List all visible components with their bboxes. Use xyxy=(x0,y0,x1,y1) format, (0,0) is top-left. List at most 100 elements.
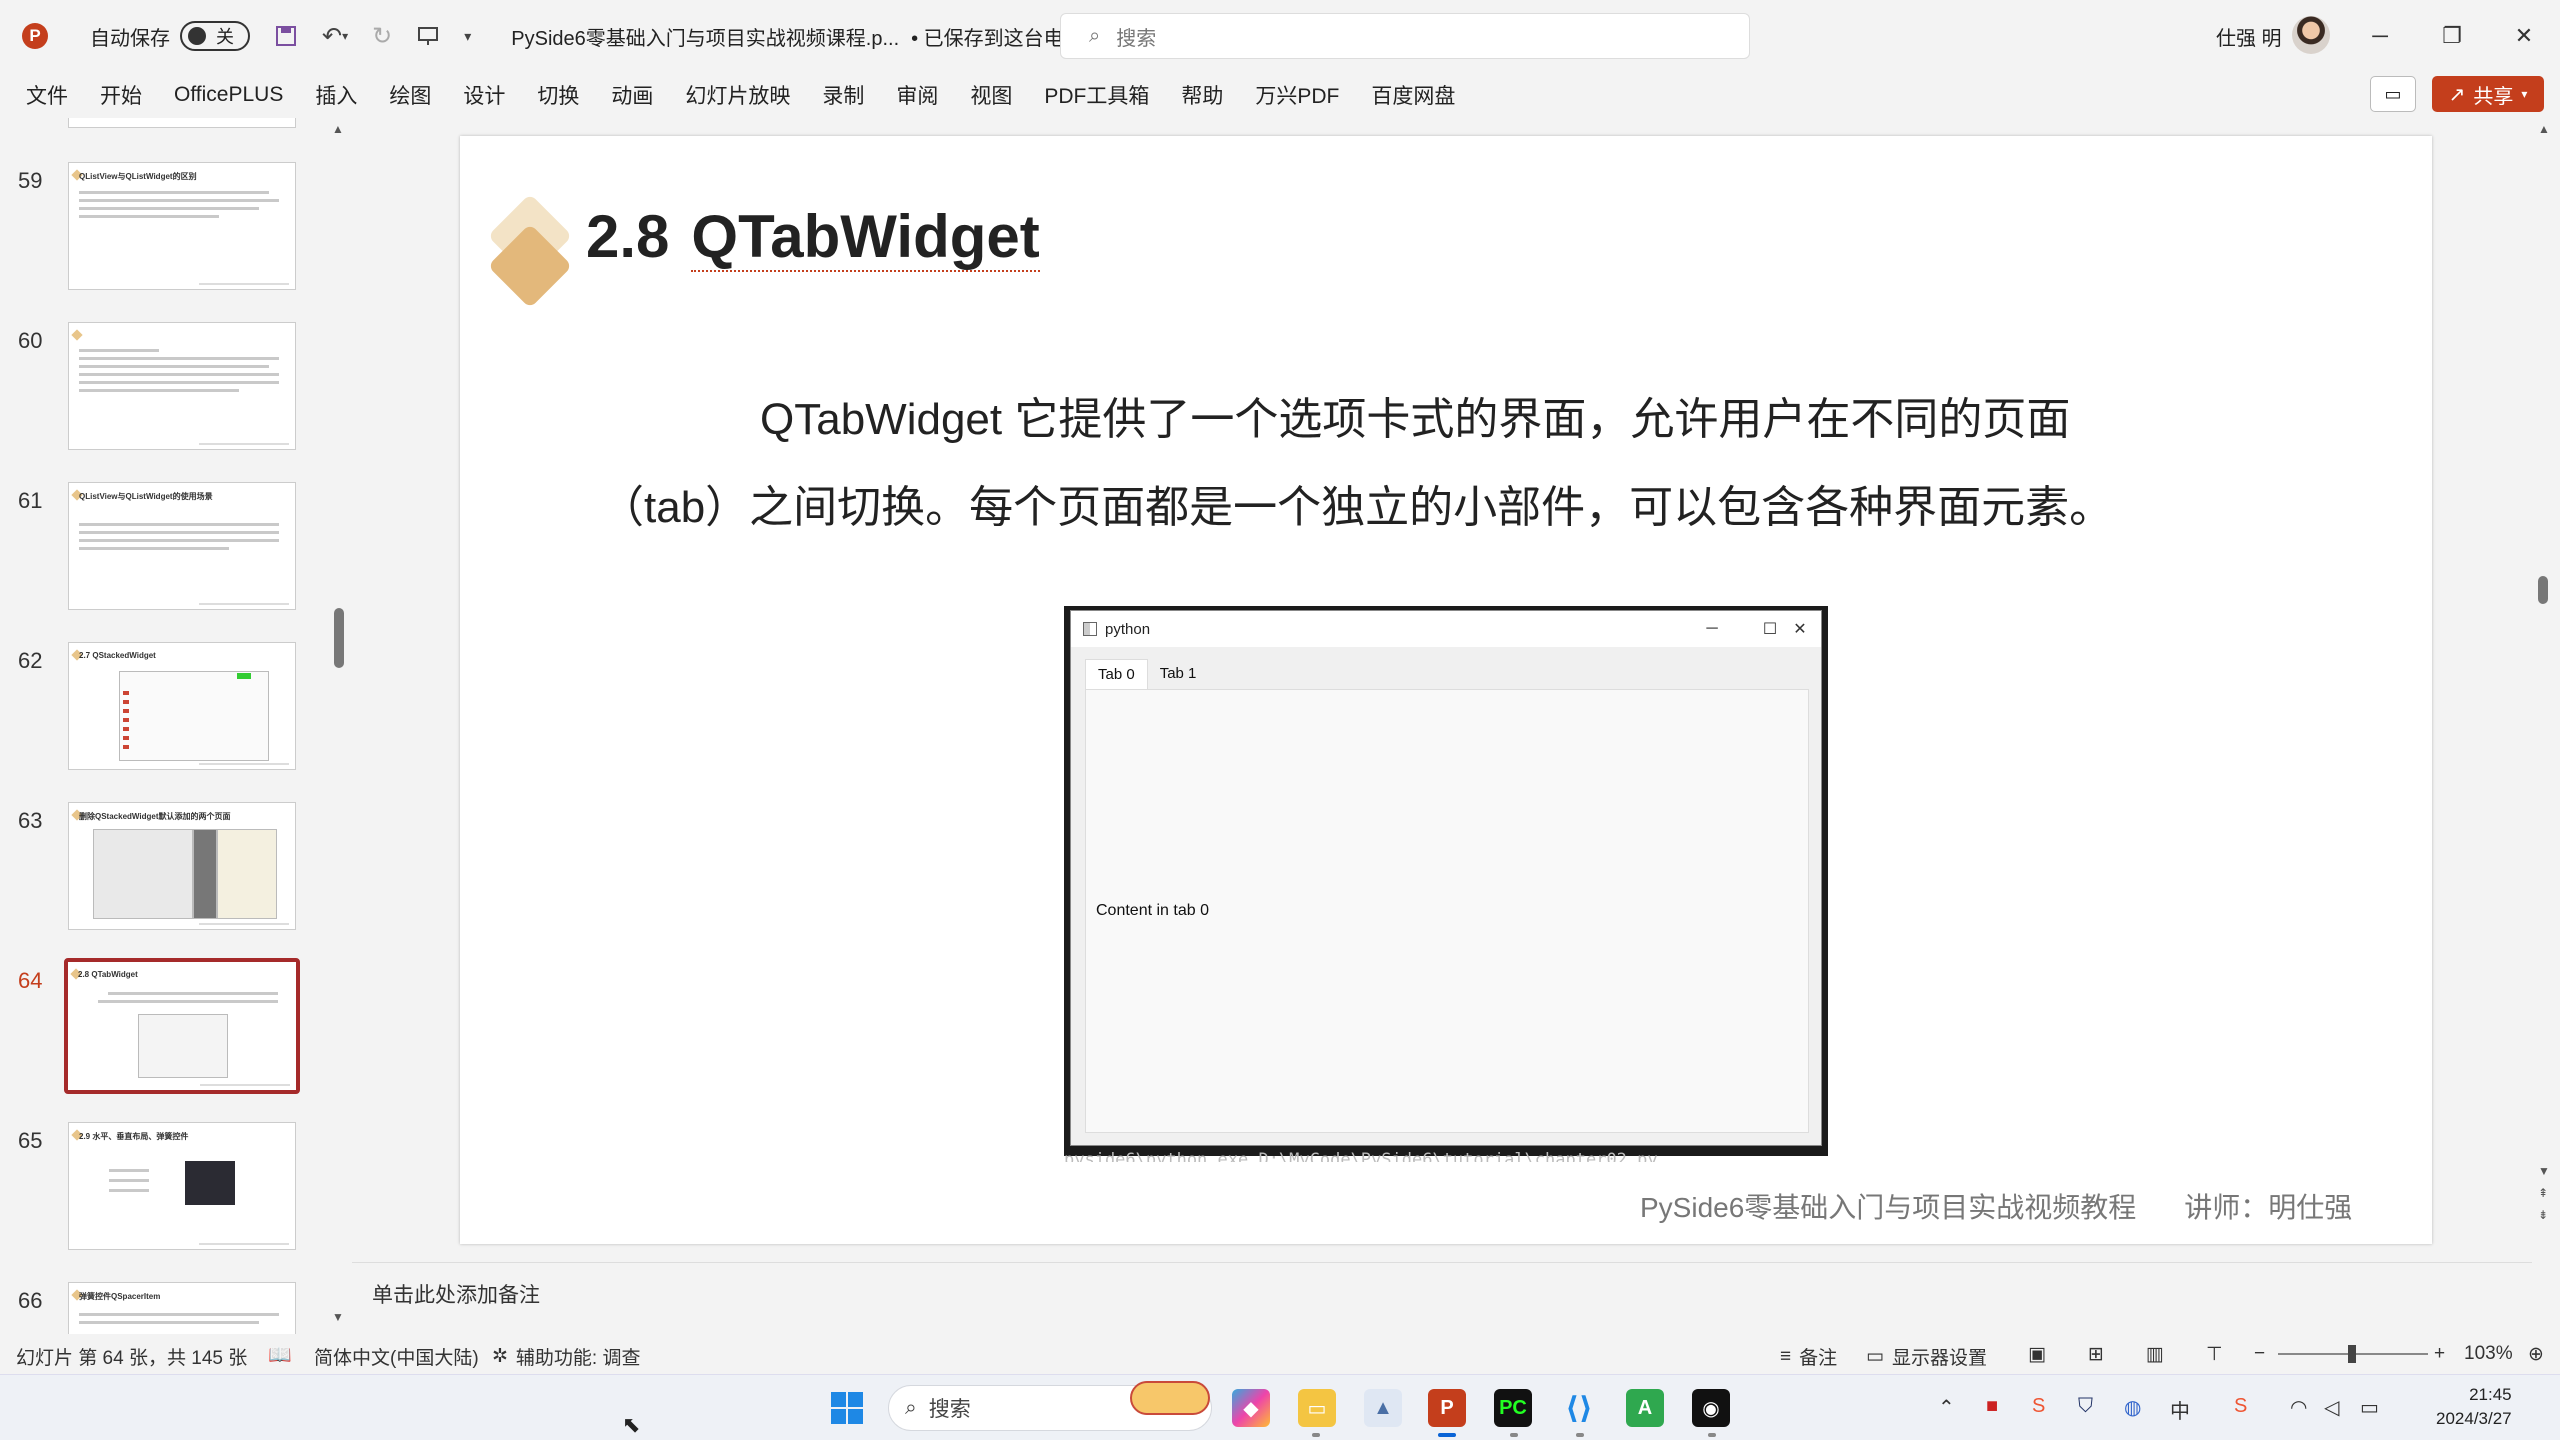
tab-design[interactable]: 设计 xyxy=(447,80,521,110)
ime-indicator[interactable]: 中 xyxy=(2170,1395,2190,1424)
slide-thumbnail[interactable]: 2.9 水平、垂直布局、弹簧控件 xyxy=(68,1122,296,1250)
tray-app-icon[interactable]: S xyxy=(2032,1395,2045,1418)
slide-thumbnail-selected[interactable]: 2.8 QTabWidget xyxy=(64,958,300,1094)
volume-icon[interactable]: ◁ xyxy=(2324,1395,2339,1420)
taskbar-clock[interactable]: 21:45 2024/3/27 xyxy=(2436,1383,2512,1431)
slide-canvas[interactable]: 2.8 QTabWidget QTabWidget 它提供了一个选项卡式的界面，允… xyxy=(460,136,2432,1244)
tab-help[interactable]: 帮助 xyxy=(1165,80,1239,110)
tab-view[interactable]: 视图 xyxy=(954,80,1028,110)
scrollbar-thumb[interactable] xyxy=(2538,576,2548,604)
search-highlight-icon[interactable] xyxy=(1130,1381,1210,1415)
tab-slideshow[interactable]: 幻灯片放映 xyxy=(669,80,806,110)
tray-app-icon[interactable]: S xyxy=(2234,1395,2247,1418)
wifi-icon[interactable]: ◠ xyxy=(2290,1395,2307,1420)
tab-pdf-tools[interactable]: PDF工具箱 xyxy=(1028,80,1165,110)
slide-thumbnail-partial[interactable] xyxy=(68,118,296,128)
shield-icon[interactable]: ⛉ xyxy=(2078,1395,2093,1418)
tab-file[interactable]: 文件 xyxy=(10,80,84,110)
present-icon[interactable] xyxy=(416,24,440,48)
battery-icon[interactable]: ▭ xyxy=(2360,1395,2379,1420)
thumbnail-title: 弹簧控件QSpacerItem xyxy=(79,1292,161,1301)
thumb-footer xyxy=(199,283,289,285)
powerpoint-taskbar-icon[interactable]: P xyxy=(1428,1389,1466,1427)
comments-button[interactable]: ▭ xyxy=(2370,76,2416,112)
vscode-icon[interactable]: ⟨⟩ xyxy=(1560,1389,1598,1427)
scrollbar-thumb[interactable] xyxy=(334,608,344,668)
scroll-up-icon[interactable]: ▲ xyxy=(332,122,344,136)
scroll-down-icon[interactable]: ▼ xyxy=(332,1310,344,1324)
zoom-out-icon[interactable]: − xyxy=(2254,1343,2265,1365)
slide-thumbnail[interactable]: QListView与QListWidget的区别 xyxy=(68,162,296,290)
scroll-up-icon[interactable]: ▲ xyxy=(2538,122,2550,136)
slide-thumbnail[interactable]: 删除QStackedWidget默认添加的两个页面 xyxy=(68,802,296,930)
tab-animations[interactable]: 动画 xyxy=(595,80,669,110)
pycharm-icon[interactable]: PC xyxy=(1494,1389,1532,1427)
tab-home[interactable]: 开始 xyxy=(84,80,158,110)
tab-officeplus[interactable]: OfficePLUS xyxy=(158,83,299,107)
share-label: 共享 xyxy=(2473,85,2514,108)
thumbnail-scrollbar[interactable]: ▲ ▼ xyxy=(330,118,348,1334)
notes-button[interactable]: ≡ 备注 xyxy=(1780,1343,1837,1370)
autosave-toggle[interactable]: 关 xyxy=(180,21,250,51)
app-a-icon[interactable]: A xyxy=(1626,1389,1664,1427)
minimize-icon[interactable]: ─ xyxy=(2360,18,2400,54)
tab-wondershare-pdf[interactable]: 万兴PDF xyxy=(1239,80,1355,110)
fit-slide-icon[interactable]: ⊕ xyxy=(2528,1343,2544,1366)
slideshow-view-icon[interactable]: ⊤ xyxy=(2206,1343,2223,1366)
tab-record[interactable]: 录制 xyxy=(806,80,880,110)
photos-icon[interactable]: ▲ xyxy=(1364,1389,1402,1427)
slide-title[interactable]: 2.8 QTabWidget xyxy=(586,202,1040,272)
slide-thumbnail[interactable]: QListView与QListWidget的使用场景 xyxy=(68,482,296,610)
thumb-text-line xyxy=(79,531,279,534)
next-slide-icon[interactable]: ⇟ xyxy=(2538,1208,2548,1222)
previous-slide-icon[interactable]: ⇞ xyxy=(2538,1186,2548,1200)
windows-start-icon[interactable] xyxy=(828,1389,866,1427)
customize-qat-icon[interactable]: ▾ xyxy=(464,28,471,45)
normal-view-icon[interactable]: ▣ xyxy=(2028,1343,2046,1366)
tab-baidu-netdisk[interactable]: 百度网盘 xyxy=(1355,80,1471,110)
restore-icon[interactable]: ❐ xyxy=(2432,18,2472,54)
slide-scrollbar[interactable]: ▲ ▼ ⇞ ⇟ xyxy=(2534,118,2554,1248)
slide-sorter-icon[interactable]: ⊞ xyxy=(2088,1343,2104,1366)
tab-transitions[interactable]: 切换 xyxy=(521,80,595,110)
zoom-in-icon[interactable]: + xyxy=(2434,1343,2445,1365)
zoom-slider-thumb[interactable] xyxy=(2348,1345,2356,1363)
thumb-image xyxy=(217,829,277,919)
camera-app-icon[interactable]: ◉ xyxy=(1692,1389,1730,1427)
scroll-down-icon[interactable]: ▼ xyxy=(2538,1164,2550,1178)
slide-thumbnail[interactable]: 弹簧控件QSpacerItem xyxy=(68,1282,296,1334)
notes-pane[interactable]: 单击此处添加备注 xyxy=(352,1262,2532,1324)
search-input[interactable]: ⌕ 搜索 xyxy=(1060,13,1750,59)
spellcheck-icon[interactable]: 📖 xyxy=(268,1343,292,1367)
tray-app-icon[interactable]: ■ xyxy=(1986,1395,1998,1418)
close-icon[interactable]: ✕ xyxy=(2504,18,2544,54)
user-name[interactable]: 仕强 明 xyxy=(2216,22,2282,51)
copilot-icon[interactable]: ◆ xyxy=(1232,1389,1270,1427)
display-settings-button[interactable]: ▭ 显示器设置 xyxy=(1866,1343,1987,1370)
running-indicator xyxy=(1708,1433,1716,1437)
reading-view-icon[interactable]: ▥ xyxy=(2146,1343,2164,1366)
window-app-icon xyxy=(1083,622,1097,636)
slide-footer[interactable]: PySide6零基础入门与项目实战视频教程 讲师：明仕强 xyxy=(1640,1186,2352,1226)
screenshot-image[interactable]: python ─ ☐ ✕ Tab 0 Tab 1 Content in tab … xyxy=(1064,606,1828,1162)
tray-expand-icon[interactable]: ⌃ xyxy=(1938,1395,1955,1420)
tab-insert[interactable]: 插入 xyxy=(299,80,373,110)
notes-label: 备注 xyxy=(1799,1348,1838,1369)
tray-security-icon[interactable]: ◍ xyxy=(2124,1395,2141,1420)
file-explorer-icon[interactable]: ▭ xyxy=(1298,1389,1336,1427)
thumb-image xyxy=(138,1014,228,1078)
language-status[interactable]: 简体中文(中国大陆) xyxy=(314,1343,479,1370)
save-icon[interactable] xyxy=(274,24,298,48)
document-title[interactable]: PySide6零基础入门与项目实战视频课程.p... • 已保存到这台电脑 ⌵ xyxy=(511,22,1106,51)
avatar[interactable] xyxy=(2292,16,2330,54)
zoom-level[interactable]: 103% xyxy=(2464,1343,2513,1365)
undo-icon[interactable]: ↶ ▾ xyxy=(322,22,348,51)
slide-thumbnail[interactable] xyxy=(68,322,296,450)
share-button[interactable]: ↗ 共享 ▾ xyxy=(2432,76,2544,112)
redo-icon[interactable]: ↻ xyxy=(372,22,392,51)
slide-body-text[interactable]: QTabWidget 它提供了一个选项卡式的界面，允许用户在不同的页面 （tab… xyxy=(600,376,2300,552)
tab-review[interactable]: 审阅 xyxy=(880,80,954,110)
slide-thumbnail[interactable]: 2.7 QStackedWidget xyxy=(68,642,296,770)
tab-draw[interactable]: 绘图 xyxy=(373,80,447,110)
accessibility-status[interactable]: ✲ 辅助功能: 调查 xyxy=(492,1343,640,1370)
